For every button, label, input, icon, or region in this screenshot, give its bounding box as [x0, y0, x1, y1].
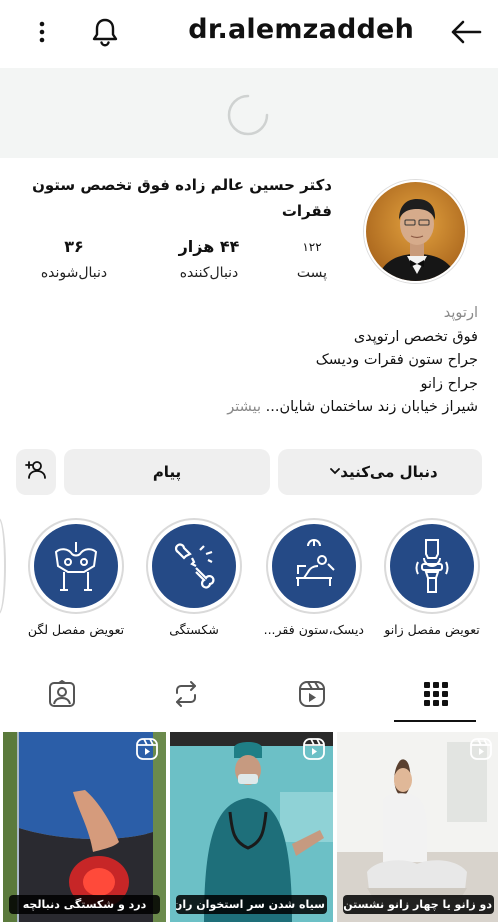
posts-count: ۱۲۲ [302, 240, 322, 254]
bio-address-text: شیراز خیابان زند ساختمان شایان... [265, 399, 478, 415]
bio-line: فوق تخصص ارتوپدی [353, 328, 478, 345]
bio-line: جراح زانو [420, 375, 478, 392]
stat-followers[interactable]: ۴۴ هزار دنبال‌کننده [164, 236, 254, 288]
following-button[interactable]: دنبال می‌کنید [278, 449, 482, 495]
tab-reels[interactable] [272, 666, 352, 722]
highlight-ring [146, 518, 242, 614]
tagged-icon [49, 680, 75, 707]
highlight-ring [266, 518, 362, 614]
more-options-icon[interactable] [28, 14, 56, 50]
highlight-ring [384, 518, 480, 614]
spine-surgery-icon [272, 524, 356, 608]
active-tab-indicator [394, 720, 476, 722]
profile-avatar[interactable] [364, 180, 467, 283]
repost-icon [176, 681, 196, 707]
back-arrow-icon[interactable] [448, 14, 484, 50]
post-thumbnail [170, 732, 333, 922]
story-highlights: تعویض مفصل زانو دیسک،ستون فقر... شکستگی … [0, 518, 498, 648]
bio-more-link[interactable]: بیشتر [227, 399, 261, 415]
profile-stats: ۱۲۲ پست ۴۴ هزار دنبال‌کننده ۳۶ دنبال‌شون… [12, 236, 332, 290]
cover-loading-area [0, 68, 498, 158]
followers-label: دنبال‌کننده [179, 265, 239, 281]
profile-display-name: دکتر حسین عالم زاده فوق تخصص ستون فقرات [32, 176, 332, 220]
tab-reposts[interactable] [146, 666, 226, 722]
post-thumbnail [3, 732, 166, 922]
posts-label: پست [296, 265, 328, 281]
reel-badge-icon [136, 738, 158, 760]
highlight-item[interactable]: تعویض مفصل زانو [382, 518, 482, 637]
highlight-ring [28, 518, 124, 614]
following-button-label: دنبال می‌کنید [340, 463, 438, 481]
bell-icon[interactable] [88, 14, 122, 50]
profile-username: dr.alemzaddeh [188, 14, 414, 45]
reel-badge-icon [303, 738, 325, 760]
post-tile[interactable]: درد و شکستگی دنبالچه [3, 732, 166, 922]
reels-icon [299, 681, 325, 707]
highlight-item[interactable]: تعویض مفصل لگن [26, 518, 126, 637]
profile-bio: ارتوپد فوق تخصص ارتوپدی جراح ستون فقرات … [18, 302, 478, 420]
highlight-label: دیسک،ستون فقر... [263, 622, 364, 637]
post-caption: سیاه شدن سر استخوان ران [176, 895, 327, 914]
highlight-item[interactable]: دیسک،ستون فقر... [264, 518, 364, 637]
tab-grid[interactable] [396, 666, 476, 722]
chevron-down-icon [330, 464, 341, 478]
stat-following[interactable]: ۳۶ دنبال‌شونده [24, 236, 124, 288]
post-caption: دو زانو یا چهار زانو نشستن [343, 895, 494, 914]
highlight-label: تعویض مفصل زانو [384, 622, 480, 637]
profile-tabs [0, 666, 498, 724]
bio-address-line: شیراز خیابان زند ساختمان شایان... بیشتر [18, 396, 478, 420]
highlight-partial-ring[interactable] [0, 518, 6, 614]
bio-category: ارتوپد [443, 305, 478, 321]
suggested-users-button[interactable] [16, 449, 56, 495]
message-button[interactable]: پیام [64, 449, 270, 495]
followers-count: ۴۴ هزار [178, 237, 240, 256]
posts-grid: دو زانو یا چهار زانو نشستن سیاه شدن سر ا… [0, 732, 498, 922]
post-tile[interactable]: دو زانو یا چهار زانو نشستن [337, 732, 498, 922]
add-person-icon [25, 460, 47, 484]
bio-line: جراح ستون فقرات ودیسک [315, 352, 478, 368]
highlight-label: تعویض مفصل لگن [27, 622, 125, 637]
loading-spinner-icon [227, 94, 269, 136]
following-count: ۳۶ [64, 237, 84, 256]
knee-joint-icon [390, 524, 474, 608]
top-bar: dr.alemzaddeh [0, 0, 498, 66]
message-button-label: پیام [152, 463, 182, 481]
pelvis-icon [34, 524, 118, 608]
grid-icon [424, 682, 448, 706]
reel-badge-icon [470, 738, 492, 760]
following-label: دنبال‌شونده [40, 265, 108, 281]
tab-tagged[interactable] [22, 666, 102, 722]
stat-posts[interactable]: ۱۲۲ پست [292, 236, 332, 288]
post-thumbnail [337, 732, 498, 922]
post-caption: درد و شکستگی دنبالچه [9, 895, 160, 914]
highlight-item[interactable]: شکستگی [144, 518, 244, 637]
broken-bone-icon [152, 524, 236, 608]
highlight-label: شکستگی [169, 622, 219, 637]
post-tile[interactable]: سیاه شدن سر استخوان ران [170, 732, 333, 922]
